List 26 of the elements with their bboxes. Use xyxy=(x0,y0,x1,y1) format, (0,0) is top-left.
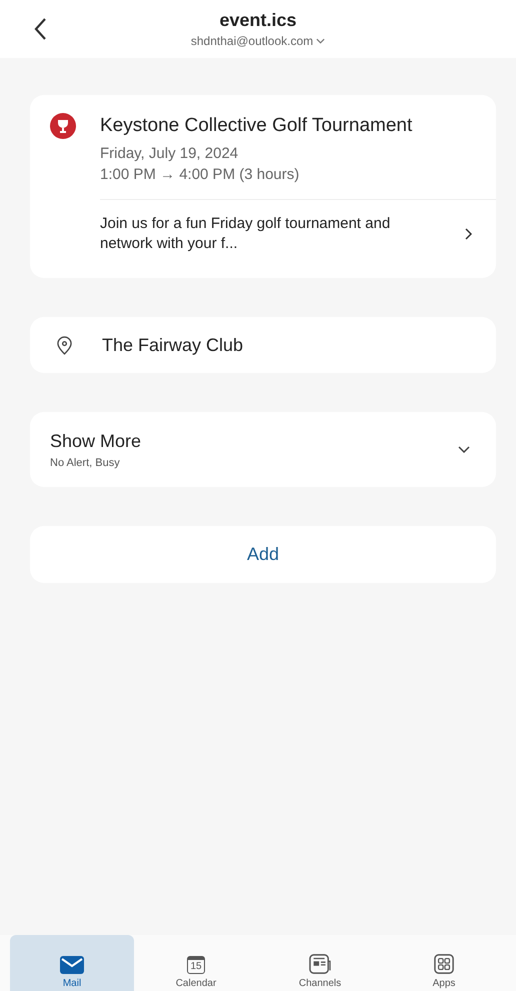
show-more-label: Show More xyxy=(50,430,142,452)
window-title: event.ics xyxy=(219,10,297,31)
account-email[interactable]: shdnthai@outlook.com xyxy=(190,34,314,48)
news-icon xyxy=(309,954,331,974)
location-card[interactable]: The Fairway Club xyxy=(30,317,496,373)
event-time: 1:00 PM → 4:00 PM (3 hours) xyxy=(100,166,300,183)
calendar-icon: 15 xyxy=(187,956,205,974)
tab[interactable]: Mail xyxy=(10,935,134,991)
tab[interactable]: Apps xyxy=(382,935,506,991)
trophy-icon xyxy=(50,113,76,139)
tab[interactable]: 15 Calendar xyxy=(134,935,258,991)
location-name: The Fairway Club xyxy=(102,334,244,356)
event-description[interactable]: Join us for a fun Friday golf tournament and network with your f... xyxy=(100,214,440,254)
tab[interactable]: Channels xyxy=(258,935,382,991)
chevron-right-icon[interactable] xyxy=(465,228,472,240)
location-pin-icon xyxy=(57,336,72,354)
add-button[interactable]: Add xyxy=(30,526,496,583)
show-more-summary: No Alert, Busy xyxy=(50,456,121,468)
event-date: Friday, July 19, 2024 xyxy=(100,145,240,162)
event-title: Keystone Collective Golf Tournament xyxy=(100,115,412,137)
chevron-down-icon[interactable] xyxy=(458,446,470,453)
apps-icon xyxy=(434,954,454,974)
show-more-card[interactable]: Show More No Alert, Busy xyxy=(30,412,496,487)
chevron-down-icon[interactable] xyxy=(316,38,326,44)
back-icon[interactable] xyxy=(33,17,47,41)
mail-icon xyxy=(60,956,84,974)
